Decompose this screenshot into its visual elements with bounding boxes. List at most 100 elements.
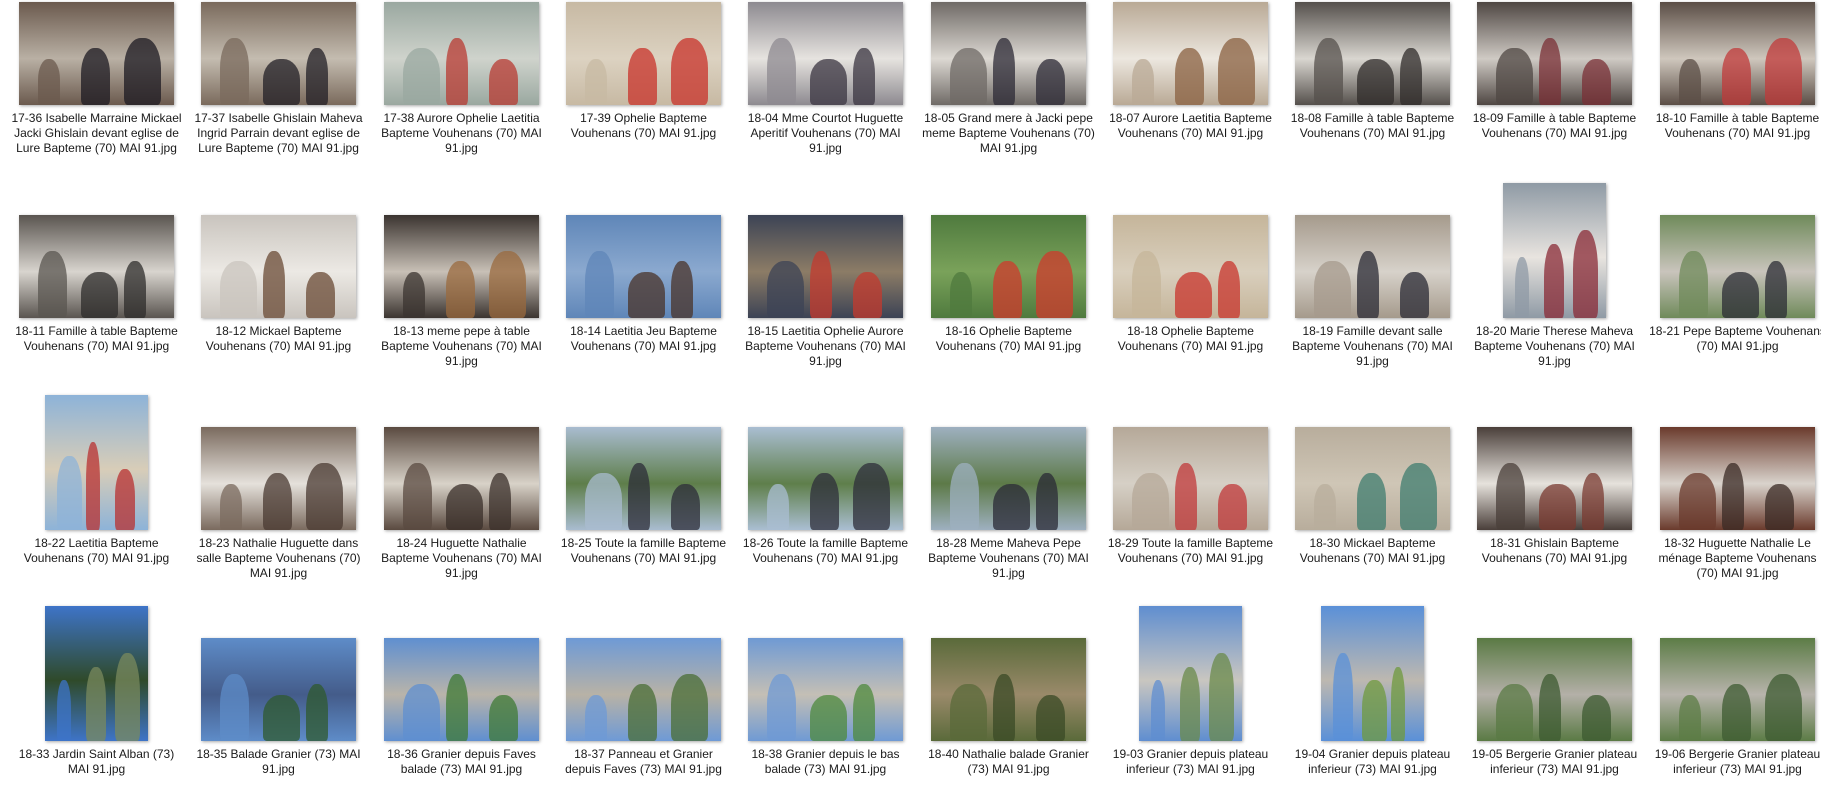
file-item[interactable]: 18-35 Balade Granier (73) MAI 91.jpg	[190, 604, 367, 789]
image-thumbnail	[384, 215, 539, 318]
image-thumbnail	[201, 427, 356, 530]
file-item[interactable]: 18-28 Meme Maheva Pepe Bapteme Vouhenans…	[920, 393, 1097, 580]
file-name-label: 18-38 Granier depuis le bas balade (73) …	[751, 747, 900, 776]
file-item[interactable]: 18-21 Pepe Bapteme Vouhenans (70) MAI 91…	[1649, 183, 1821, 366]
image-thumbnail	[1503, 183, 1606, 318]
file-item[interactable]: 18-13 meme pepe à table Bapteme Vouhenan…	[373, 183, 550, 368]
file-item[interactable]: 18-09 Famille à table Bapteme Vouhenans …	[1466, 2, 1643, 153]
file-item[interactable]: 17-37 Isabelle Ghislain Maheva Ingrid Pa…	[190, 2, 367, 155]
file-item[interactable]: 18-24 Huguette Nathalie Bapteme Vouhenan…	[373, 393, 550, 580]
file-name-label: 18-28 Meme Maheva Pepe Bapteme Vouhenans…	[928, 536, 1089, 580]
file-name-label: 18-40 Nathalie balade Granier (73) MAI 9…	[928, 747, 1089, 776]
file-item[interactable]: 18-14 Laetitia Jeu Bapteme Vouhenans (70…	[555, 183, 732, 366]
file-item[interactable]: 19-03 Granier depuis plateau inferieur (…	[1102, 604, 1279, 789]
image-thumbnail	[1477, 2, 1632, 105]
image-thumbnail	[748, 215, 903, 318]
image-thumbnail	[1660, 215, 1815, 318]
image-thumbnail	[201, 215, 356, 318]
file-item[interactable]: 18-08 Famille à table Bapteme Vouhenans …	[1284, 2, 1461, 153]
image-thumbnail	[1295, 427, 1450, 530]
image-thumbnail	[1660, 638, 1815, 741]
file-name-label: 18-36 Granier depuis Faves balade (73) M…	[387, 747, 536, 776]
file-item[interactable]: 18-18 Ophelie Bapteme Vouhenans (70) MAI…	[1102, 183, 1279, 366]
file-item[interactable]: 18-07 Aurore Laetitia Bapteme Vouhenans …	[1102, 2, 1279, 153]
file-name-label: 18-16 Ophelie Bapteme Vouhenans (70) MAI…	[935, 324, 1082, 353]
file-grid: 17-36 Isabelle Marraine Mickael Jacki Gh…	[0, 0, 1821, 812]
file-item[interactable]: 18-15 Laetitia Ophelie Aurore Bapteme Vo…	[737, 183, 914, 368]
image-thumbnail	[566, 215, 721, 318]
image-thumbnail	[1477, 638, 1632, 741]
image-thumbnail	[384, 638, 539, 741]
file-item[interactable]: 18-20 Marie Therese Maheva Bapteme Vouhe…	[1466, 183, 1643, 368]
image-thumbnail	[19, 215, 174, 318]
file-item[interactable]: 18-11 Famille à table Bapteme Vouhenans …	[8, 183, 185, 366]
image-thumbnail	[1295, 2, 1450, 105]
image-thumbnail	[384, 427, 539, 530]
image-thumbnail	[1660, 427, 1815, 530]
file-name-label: 18-05 Grand mere à Jacki pepe meme Bapte…	[922, 111, 1095, 155]
file-name-label: 18-33 Jardin Saint Alban (73) MAI 91.jpg	[18, 747, 175, 776]
file-name-label: 18-22 Laetitia Bapteme Vouhenans (70) MA…	[23, 536, 170, 565]
file-item[interactable]: 18-23 Nathalie Huguette dans salle Bapte…	[190, 393, 367, 580]
file-name-label: 19-04 Granier depuis plateau inferieur (…	[1294, 747, 1451, 776]
file-name-label: 18-13 meme pepe à table Bapteme Vouhenan…	[381, 324, 542, 368]
file-item[interactable]: 19-06 Bergerie Granier plateau inferieur…	[1649, 604, 1821, 789]
file-name-label: 18-07 Aurore Laetitia Bapteme Vouhenans …	[1109, 111, 1272, 140]
file-item[interactable]: 17-39 Ophelie Bapteme Vouhenans (70) MAI…	[555, 2, 732, 153]
image-thumbnail	[931, 2, 1086, 105]
file-item[interactable]: 18-38 Granier depuis le bas balade (73) …	[737, 604, 914, 789]
image-thumbnail	[1477, 427, 1632, 530]
file-item[interactable]: 18-16 Ophelie Bapteme Vouhenans (70) MAI…	[920, 183, 1097, 366]
file-item[interactable]: 18-36 Granier depuis Faves balade (73) M…	[373, 604, 550, 789]
file-item[interactable]: 18-26 Toute la famille Bapteme Vouhenans…	[737, 393, 914, 578]
file-item[interactable]: 18-37 Panneau et Granier depuis Faves (7…	[555, 604, 732, 789]
file-item[interactable]: 17-38 Aurore Ophelie Laetitia Bapteme Vo…	[373, 2, 550, 155]
image-thumbnail	[45, 395, 148, 530]
file-name-label: 17-39 Ophelie Bapteme Vouhenans (70) MAI…	[570, 111, 717, 140]
image-thumbnail	[748, 638, 903, 741]
file-name-label: 19-03 Granier depuis plateau inferieur (…	[1112, 747, 1269, 776]
image-thumbnail	[1113, 2, 1268, 105]
file-item[interactable]: 18-31 Ghislain Bapteme Vouhenans (70) MA…	[1466, 393, 1643, 578]
file-item[interactable]: 18-22 Laetitia Bapteme Vouhenans (70) MA…	[8, 393, 185, 578]
file-item[interactable]: 19-05 Bergerie Granier plateau inferieur…	[1466, 604, 1643, 789]
file-name-label: 17-38 Aurore Ophelie Laetitia Bapteme Vo…	[381, 111, 542, 155]
file-name-label: 18-24 Huguette Nathalie Bapteme Vouhenan…	[381, 536, 542, 580]
image-thumbnail	[201, 2, 356, 105]
file-item[interactable]: 19-04 Granier depuis plateau inferieur (…	[1284, 604, 1461, 789]
file-item[interactable]: 18-05 Grand mere à Jacki pepe meme Bapte…	[920, 2, 1097, 155]
image-thumbnail	[1321, 606, 1424, 741]
file-name-label: 19-05 Bergerie Granier plateau inferieur…	[1471, 747, 1638, 776]
file-name-label: 17-36 Isabelle Marraine Mickael Jacki Gh…	[11, 111, 182, 155]
image-thumbnail	[45, 606, 148, 741]
file-name-label: 18-12 Mickael Bapteme Vouhenans (70) MAI…	[205, 324, 352, 353]
file-item[interactable]: 18-40 Nathalie balade Granier (73) MAI 9…	[920, 604, 1097, 789]
file-name-label: 18-09 Famille à table Bapteme Vouhenans …	[1472, 111, 1637, 140]
image-thumbnail	[566, 638, 721, 741]
image-thumbnail	[931, 215, 1086, 318]
file-name-label: 18-19 Famille devant salle Bapteme Vouhe…	[1292, 324, 1453, 368]
file-item[interactable]: 18-25 Toute la famille Bapteme Vouhenans…	[555, 393, 732, 578]
image-thumbnail	[19, 2, 174, 105]
file-name-label: 18-08 Famille à table Bapteme Vouhenans …	[1290, 111, 1455, 140]
image-thumbnail	[1113, 215, 1268, 318]
file-item[interactable]: 18-04 Mme Courtot Huguette Aperitif Vouh…	[737, 2, 914, 155]
file-item[interactable]: 18-29 Toute la famille Bapteme Vouhenans…	[1102, 393, 1279, 578]
file-name-label: 18-15 Laetitia Ophelie Aurore Bapteme Vo…	[745, 324, 906, 368]
image-thumbnail	[566, 2, 721, 105]
file-item[interactable]: 17-36 Isabelle Marraine Mickael Jacki Gh…	[8, 2, 185, 155]
file-item[interactable]: 18-19 Famille devant salle Bapteme Vouhe…	[1284, 183, 1461, 368]
file-item[interactable]: 18-10 Famille à table Bapteme Vouhenans …	[1649, 2, 1821, 153]
file-name-label: 18-18 Ophelie Bapteme Vouhenans (70) MAI…	[1117, 324, 1264, 353]
file-item[interactable]: 18-30 Mickael Bapteme Vouhenans (70) MAI…	[1284, 393, 1461, 578]
file-name-label: 18-30 Mickael Bapteme Vouhenans (70) MAI…	[1299, 536, 1446, 565]
file-name-label: 18-11 Famille à table Bapteme Vouhenans …	[15, 324, 178, 353]
image-thumbnail	[931, 427, 1086, 530]
file-item[interactable]: 18-32 Huguette Nathalie Le ménage Baptem…	[1649, 393, 1821, 580]
file-item[interactable]: 18-12 Mickael Bapteme Vouhenans (70) MAI…	[190, 183, 367, 366]
file-name-label: 18-23 Nathalie Huguette dans salle Bapte…	[196, 536, 361, 580]
file-name-label: 18-25 Toute la famille Bapteme Vouhenans…	[560, 536, 727, 565]
file-item[interactable]: 18-33 Jardin Saint Alban (73) MAI 91.jpg	[8, 604, 185, 789]
file-name-label: 18-20 Marie Therese Maheva Bapteme Vouhe…	[1474, 324, 1635, 368]
file-name-label: 18-29 Toute la famille Bapteme Vouhenans…	[1107, 536, 1274, 565]
